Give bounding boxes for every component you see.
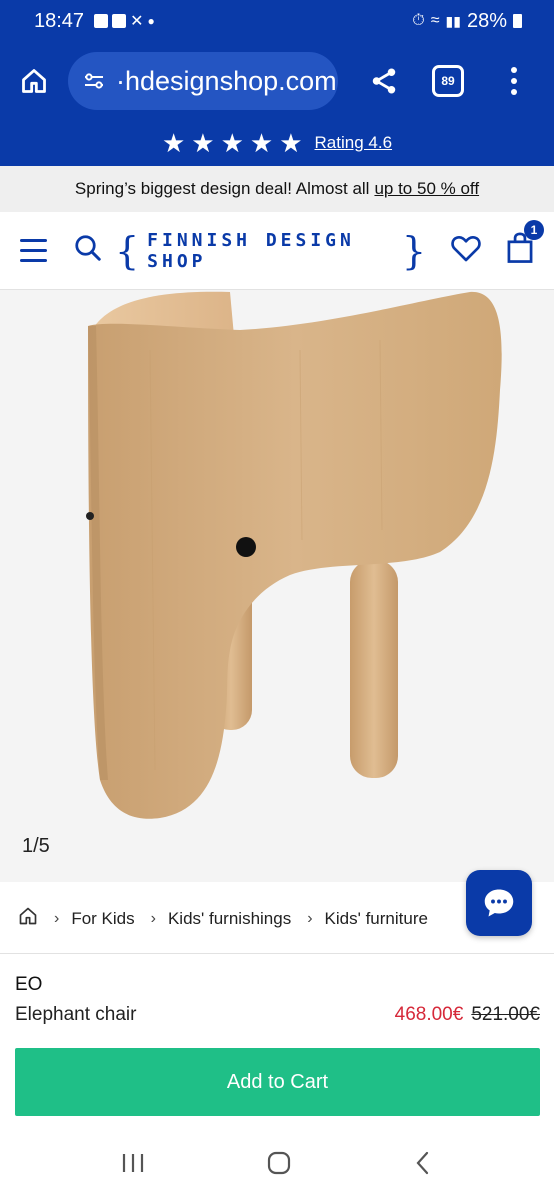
status-time: 18:47	[34, 9, 85, 32]
product-image-gallery[interactable]: 1/5	[0, 290, 554, 882]
site-settings-icon[interactable]	[82, 69, 106, 93]
share-icon	[372, 68, 396, 94]
hamburger-line-icon	[20, 249, 47, 252]
recent-apps-button[interactable]	[120, 1151, 146, 1180]
system-navigation-bar	[0, 1130, 554, 1200]
url-text: ·hdesignshop.com	[116, 65, 337, 96]
contacts-notification-icon	[112, 14, 127, 28]
breadcrumb-item[interactable]: For Kids	[71, 909, 134, 929]
menu-dot-icon	[511, 67, 517, 73]
star-icon: ★	[249, 128, 274, 158]
star-icon: ★	[279, 128, 303, 158]
hamburger-line-icon	[20, 239, 47, 242]
menu-dot-icon	[511, 78, 517, 84]
wifi-icon: ≈	[430, 12, 440, 29]
menu-dot-icon	[511, 89, 517, 95]
heart-icon	[451, 236, 481, 262]
product-image[interactable]	[0, 290, 554, 882]
chat-bubble-icon	[484, 889, 514, 917]
chevron-right-icon: ›	[54, 909, 60, 927]
system-icons: ⏱ ≈ ▮▮ 28%	[412, 10, 522, 33]
search-icon	[75, 235, 101, 261]
home-nav-button[interactable]	[266, 1150, 292, 1181]
alarm-icon: ⏱	[412, 12, 425, 29]
image-counter: 1/5	[22, 835, 50, 857]
rating-link[interactable]: Rating 4.6	[315, 133, 393, 153]
original-price: 521.00€	[471, 1004, 540, 1025]
share-button[interactable]	[360, 57, 408, 105]
battery-icon	[513, 14, 522, 28]
logo-brace-right: }	[401, 228, 426, 273]
logo-text: FINNISH DESIGN SHOP	[147, 229, 355, 272]
breadcrumb-item[interactable]: Kids' furniture	[325, 909, 428, 929]
status-bar: 18:47 ✕ ● ⏱ ≈ ▮▮ 28%	[0, 0, 554, 42]
chevron-right-icon: ›	[307, 909, 313, 927]
cart-button[interactable]: 1	[506, 220, 544, 269]
hamburger-line-icon	[20, 259, 47, 262]
star-icon: ★	[161, 128, 186, 158]
chat-button[interactable]	[466, 870, 532, 936]
gallery-notification-icon	[94, 14, 109, 28]
browser-home-button[interactable]	[10, 57, 58, 105]
tab-switcher-button[interactable]: 89	[432, 65, 464, 97]
site-logo[interactable]: { FINNISH DESIGN SHOP }	[115, 230, 426, 272]
browser-menu-button[interactable]	[504, 67, 524, 95]
back-button[interactable]	[412, 1150, 434, 1181]
signal-icon: ▮▮	[445, 12, 461, 29]
product-name: Elephant chair	[15, 1004, 137, 1025]
promo-banner: Spring’s biggest design deal! Almost all…	[0, 166, 554, 212]
chevron-right-icon: ›	[150, 909, 156, 927]
notification-icons: ✕ ●	[94, 11, 155, 31]
home-circle-icon	[267, 1151, 291, 1174]
recent-apps-icon	[122, 1153, 144, 1172]
breadcrumb-item[interactable]: Kids' furnishings	[168, 909, 291, 929]
add-to-cart-button[interactable]: Add to Cart	[15, 1048, 540, 1116]
star-icon: ★	[191, 128, 215, 158]
site-header: { FINNISH DESIGN SHOP } 1	[0, 212, 554, 290]
rating-bar: ★ ★ ★ ★ ★ Rating 4.6	[0, 120, 554, 166]
logo-brace-left: {	[114, 228, 140, 273]
tab-count: 89	[441, 74, 455, 88]
star-icon: ★	[220, 128, 244, 158]
home-icon	[22, 69, 46, 93]
sale-price: 468.00€	[394, 1004, 464, 1025]
product-brand[interactable]: EO	[15, 974, 42, 996]
promo-link[interactable]: up to 50 % off	[374, 179, 479, 199]
back-chevron-icon	[416, 1151, 429, 1174]
address-bar[interactable]: ·hdesignshop.com	[68, 52, 338, 110]
browser-toolbar: ·hdesignshop.com 89	[0, 42, 554, 120]
home-icon	[19, 907, 37, 925]
promo-text: Spring’s biggest design deal! Almost all	[74, 179, 370, 198]
dot-icon: ●	[147, 14, 155, 28]
rating-stars: ★ ★ ★ ★ ★	[162, 130, 303, 156]
wishlist-button[interactable]	[450, 233, 482, 268]
tools-notification-icon: ✕	[130, 13, 144, 30]
breadcrumb-home[interactable]	[18, 906, 38, 931]
menu-button[interactable]	[20, 239, 47, 262]
cart-count-badge: 1	[524, 220, 544, 240]
search-button[interactable]	[73, 233, 103, 268]
product-price: 468.00€ 521.00€	[395, 1004, 540, 1026]
battery-level: 28%	[466, 9, 507, 32]
